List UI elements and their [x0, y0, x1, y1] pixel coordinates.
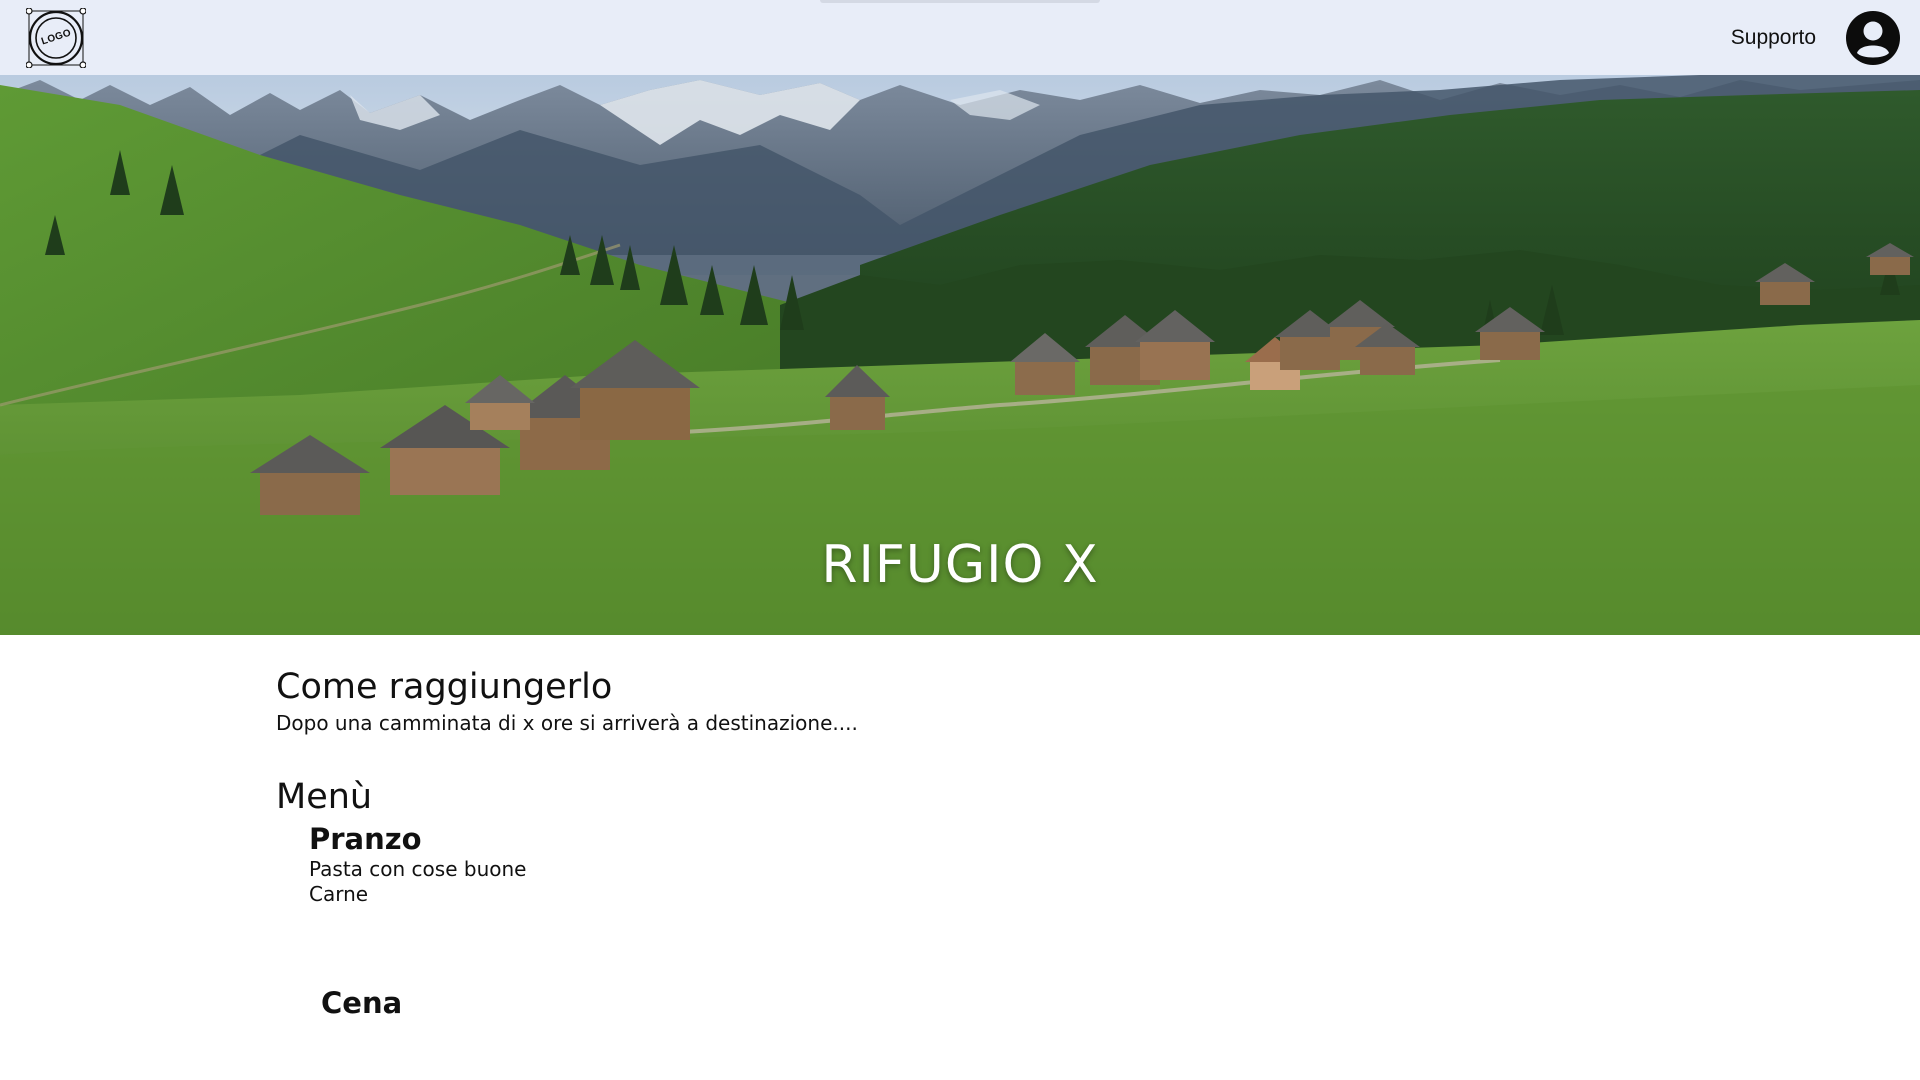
menu-item: Pasta con cose buone [309, 857, 527, 881]
menu-title: Menù [276, 777, 373, 817]
logo[interactable]: LOGO [26, 7, 86, 68]
main-content: Come raggiungerlo Dopo una camminata di … [276, 665, 1676, 1021]
user-circle-icon[interactable] [1846, 10, 1900, 65]
top-notch [820, 0, 1100, 3]
dinner-section: Cena [321, 985, 1676, 1021]
lunch-title: Pranzo [309, 822, 422, 856]
menu-item: Carne [309, 882, 369, 906]
hero-banner: RIFUGIO X [0, 75, 1920, 635]
dinner-title: Cena [321, 986, 403, 1020]
hero-title: RIFUGIO X [821, 535, 1099, 595]
header-actions: Supporto [1731, 10, 1900, 65]
directions-text: Dopo una camminata di x ore si arriverà … [276, 711, 858, 735]
support-link[interactable]: Supporto [1731, 26, 1816, 50]
lunch-section: Pranzo Pasta con cose buone Carne [309, 821, 1676, 907]
top-bar: LOGO Supporto [0, 0, 1920, 75]
directions-title: Come raggiungerlo [276, 667, 613, 707]
